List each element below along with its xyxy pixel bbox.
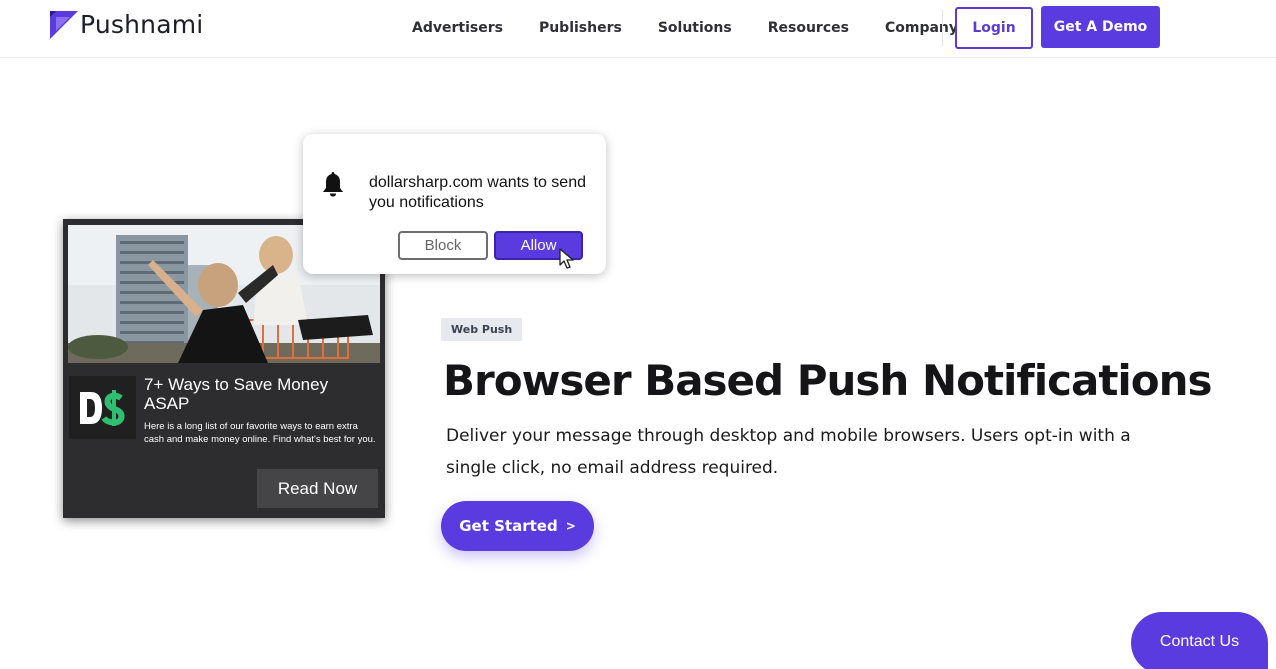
nav-company[interactable]: Company <box>885 20 958 36</box>
get-started-button[interactable]: Get Started > <box>441 501 594 551</box>
get-started-label: Get Started <box>459 517 558 535</box>
card-title: 7+ Ways to Save Money ASAP <box>144 375 329 413</box>
brand-logo[interactable]: Pushnami <box>50 10 203 39</box>
dollarsharp-logo <box>69 376 136 439</box>
web-push-badge: Web Push <box>441 318 523 341</box>
nav-resources[interactable]: Resources <box>768 20 849 36</box>
brand-name: Pushnami <box>80 10 204 39</box>
card-description: Here is a long list of our favorite ways… <box>144 421 376 445</box>
nav-solutions[interactable]: Solutions <box>658 20 732 36</box>
browser-permission-prompt: dollarsharp.com wants to send you notifi… <box>303 134 606 274</box>
nav-divider <box>942 10 943 46</box>
main-nav: Advertisers Publishers Solutions Resourc… <box>394 0 976 56</box>
pushnami-logo-icon <box>50 10 78 39</box>
block-button: Block <box>398 231 488 260</box>
get-demo-button[interactable]: Get A Demo <box>1041 6 1160 48</box>
login-button[interactable]: Login <box>955 7 1033 49</box>
site-header: Pushnami Advertisers Publishers Solution… <box>0 0 1276 58</box>
contact-us-button[interactable]: Contact Us <box>1131 612 1268 669</box>
dollarsharp-logo-icon <box>79 389 124 426</box>
chevron-right-icon: > <box>565 519 576 533</box>
permission-message: dollarsharp.com wants to send you notifi… <box>369 174 586 211</box>
headline-bold: Push Notifications <box>796 356 1213 405</box>
page-title: Browser Based Push Notifications <box>443 356 1213 405</box>
hero-description: Deliver your message through desktop and… <box>446 426 1131 478</box>
nav-advertisers[interactable]: Advertisers <box>412 20 503 36</box>
nav-publishers[interactable]: Publishers <box>539 20 622 36</box>
read-now-button: Read Now <box>257 469 378 508</box>
mouse-pointer-icon <box>559 248 574 269</box>
headline-regular: Browser Based <box>443 356 797 405</box>
bell-icon <box>323 172 343 197</box>
